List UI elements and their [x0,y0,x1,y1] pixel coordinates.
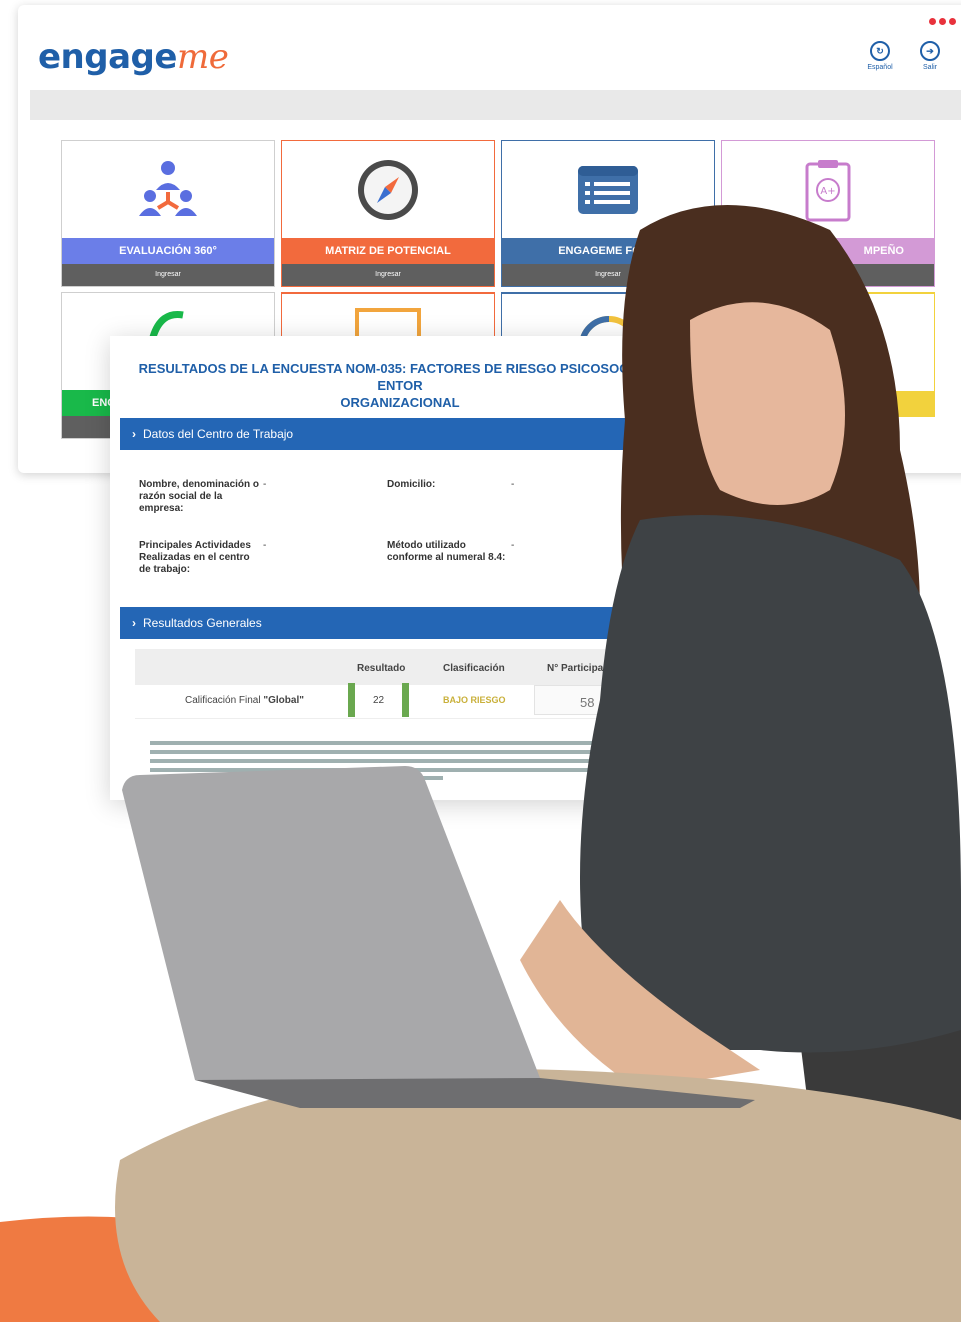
row-label: Calificación Final "Global" [185,695,304,706]
engageme-logo[interactable]: engageme [38,37,229,77]
ingresar-link[interactable]: Ingresar [62,264,274,286]
section-datos-centro[interactable]: › Datos del Centro de Trabajo [120,418,740,450]
laptop-base [195,1078,755,1108]
tile-evaluacion-360[interactable]: EVALUACIÓN 360° Ingresar [61,140,275,287]
tile-label: EVALUACIÓN 360° [62,238,274,264]
tile-matriz-potencial[interactable]: MATRIZ DE POTENCIAL Ingresar [281,140,495,287]
chair [800,1017,961,1322]
logout-icon: ➔ [920,41,940,61]
company-value: - [263,479,267,490]
activities-value: - [263,540,267,551]
col-participantes: N° Participante [547,663,619,674]
form-list-icon [502,141,714,238]
toolbar-band [30,90,961,120]
language-icon: ↻ [870,41,890,61]
divider-line [150,768,620,772]
tile-engageme-form[interactable]: ENGAGEME FORM Ingresar [501,140,715,287]
col-resultado: Resultado [357,663,406,674]
tile-desempeno[interactable]: A+ MPEÑO [721,140,935,287]
method-value: - [511,540,515,551]
tile-gauge[interactable] [501,292,715,346]
compass-icon [282,141,494,238]
tile-extra[interactable] [721,292,935,417]
chevron-right-icon: › [132,427,136,441]
divider-line [150,759,620,763]
section-resultados-generales[interactable]: › Resultados Generales [120,607,740,639]
report-title: RESULTADOS DE LA ENCUESTA NOM-035: FACTO… [138,361,662,410]
tile-label: MATRIZ DE POTENCIAL [282,238,494,264]
address-label: Domicilio: [387,479,436,490]
divider-line [150,741,620,745]
tile-label: MPEÑO [722,238,934,264]
result-value: 22 [373,695,385,706]
ingresar-link[interactable]: Ingresar [282,264,494,286]
nom035-results-card: RESULTADOS DE LA ENCUESTA NOM-035: FACTO… [110,336,750,800]
activities-label: Principales Actividades Realizadas en el… [139,540,251,575]
classification-value: BAJO RIESGO [443,695,506,705]
results-table-header [135,649,735,685]
chevron-right-icon: › [132,616,136,630]
divider-line [150,750,620,754]
clipboard-grade-icon: A+ [722,141,934,238]
logout-button[interactable]: ➔ Salir [910,41,950,71]
svg-text:A+: A+ [820,186,835,197]
method-label: Método utilizado conforme al numeral 8.4… [387,540,506,563]
laptop-lid [122,766,540,1082]
address-value: - [511,479,515,490]
window-controls[interactable] [929,18,956,25]
divider-line [150,776,443,780]
orange-blob [0,1216,305,1322]
pants [115,1069,961,1322]
tile-label: ENGAGEME FORM [502,238,714,264]
participants-value: 58 [580,695,595,710]
ingresar-link[interactable] [722,264,934,286]
company-label: Nombre, denominación o razón social de l… [139,479,260,514]
ingresar-link[interactable]: Ingresar [502,264,714,286]
arm [520,900,760,1090]
result-bar-left [348,683,355,717]
team-hierarchy-icon [62,141,274,238]
language-button[interactable]: ↻ Español [860,41,900,71]
result-bar-right [402,683,409,717]
tile-chart[interactable] [281,292,495,342]
col-clasificacion: Clasificación [443,663,505,674]
